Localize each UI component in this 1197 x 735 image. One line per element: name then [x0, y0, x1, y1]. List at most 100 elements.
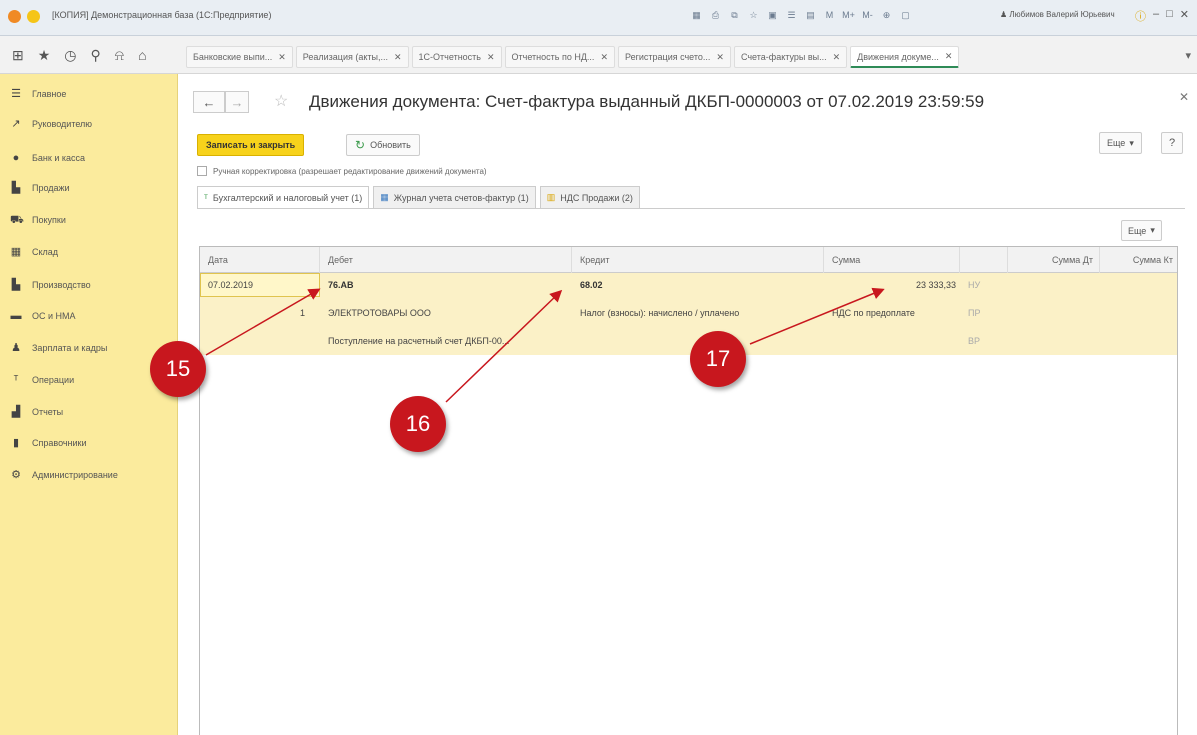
- apps-grid-icon[interactable]: ⊞: [12, 47, 24, 64]
- close-icon[interactable]: ✕: [945, 51, 953, 62]
- row-sum: 23 333,33: [915, 280, 956, 290]
- column-sum-kt[interactable]: Сумма Кт: [1100, 247, 1177, 273]
- sidebar-item-assets[interactable]: ▬ ОС и НМА: [10, 310, 76, 322]
- sidebar-item-production[interactable]: ▙ Производство: [10, 279, 91, 291]
- column-date[interactable]: Дата: [200, 247, 320, 273]
- grid-more-button[interactable]: Еще ▾: [1121, 220, 1162, 241]
- copy-icon[interactable]: ⧉: [728, 8, 741, 22]
- tab-accounting[interactable]: ᵀ Бухгалтерский и налоговый учет (1): [197, 186, 370, 208]
- tab-invoice-journal[interactable]: ▦ Журнал учета счетов-фактур (1): [373, 186, 536, 208]
- row-debit-subconto2: Поступление на расчетный счет ДКБП-00...: [328, 336, 510, 346]
- refresh-icon: ↻: [355, 138, 366, 152]
- operations-icon: ᵀ: [13, 374, 19, 386]
- close-icon[interactable]: ✕: [487, 52, 495, 63]
- back-button[interactable]: ←: [193, 91, 225, 113]
- window-icon[interactable]: ▢: [899, 8, 912, 22]
- save-and-close-button[interactable]: Записать и закрыть: [197, 134, 305, 156]
- memory-mplus-button[interactable]: M+: [842, 8, 855, 22]
- sidebar-item-reports[interactable]: ▟ Отчеты: [10, 406, 63, 418]
- sales-icon: ▙: [11, 182, 21, 194]
- memory-m-button[interactable]: M: [823, 8, 836, 22]
- home-icon[interactable]: ⌂: [138, 47, 146, 64]
- search-icon[interactable]: ⚲: [91, 47, 101, 64]
- production-icon: ▙: [11, 279, 21, 291]
- sidebar-item-purchases[interactable]: ⛟ Покупки: [10, 214, 66, 226]
- sidebar-item-main[interactable]: ☰ Главное: [10, 88, 66, 100]
- tab-issued-invoices[interactable]: Счета-фактуры вы... ✕: [733, 46, 848, 68]
- nav-icons: ⊞ ★ ◷ ⚲ ⍾ ⌂: [12, 47, 147, 64]
- user-icon: ♟: [1000, 10, 1008, 19]
- sidebar-item-operations[interactable]: ᵀ Операции: [10, 374, 75, 386]
- movements-table: Дата Дебет Кредит Сумма Сумма Дт Сумма К…: [199, 246, 1178, 735]
- bell-icon[interactable]: ⍾: [115, 47, 124, 64]
- menu-circle-icon[interactable]: [27, 10, 40, 23]
- zoom-icon[interactable]: ⊕: [880, 8, 893, 22]
- sidebar-item-admin[interactable]: ⚙ Администрирование: [10, 469, 118, 481]
- row-sum-subconto1: НДС по предоплате: [832, 308, 915, 318]
- register-icon: ▥: [546, 192, 556, 202]
- page-title: Движения документа: Счет-фактура выданны…: [309, 92, 985, 111]
- favorites-icon[interactable]: ☆: [747, 8, 760, 22]
- list-icon[interactable]: ☰: [785, 8, 798, 22]
- close-icon[interactable]: ✕: [716, 52, 724, 63]
- app-logo-icon[interactable]: [8, 10, 21, 23]
- sidebar-item-sales[interactable]: ▙ Продажи: [10, 182, 70, 194]
- calendar-icon[interactable]: ▤: [804, 8, 817, 22]
- sidebar-item-bank[interactable]: ● Банк и касса: [10, 152, 85, 164]
- column-credit[interactable]: Кредит: [572, 247, 824, 273]
- memory-mminus-button[interactable]: M-: [861, 8, 874, 22]
- tab-vat-sales[interactable]: ▥ НДС Продажи (2): [539, 186, 640, 208]
- refresh-button[interactable]: ↻ Обновить: [346, 134, 420, 156]
- table-header: Дата Дебет Кредит Сумма Сумма Дт Сумма К…: [200, 247, 1177, 273]
- menu-icon: ☰: [11, 88, 21, 100]
- column-sum-dt[interactable]: Сумма Дт: [1008, 247, 1100, 273]
- callout-16: 16: [390, 396, 446, 452]
- column-sum[interactable]: Сумма: [824, 247, 960, 273]
- close-icon[interactable]: ✕: [394, 52, 402, 63]
- tab-bank-statements[interactable]: Банковские выпи... ✕: [186, 46, 293, 68]
- manual-edit-checkbox[interactable]: Ручная корректировка (разрешает редактир…: [197, 166, 487, 176]
- close-icon[interactable]: ✕: [278, 52, 286, 63]
- sidebar-item-directories[interactable]: ▮ Справочники: [10, 437, 87, 449]
- print-icon[interactable]: ⎙: [709, 8, 722, 22]
- tab-1c-reporting[interactable]: 1С-Отчетность ✕: [411, 46, 502, 68]
- user-name[interactable]: ♟ Любимов Валерий Юрьевич: [1000, 10, 1115, 19]
- star-icon[interactable]: ★: [38, 47, 51, 64]
- column-debit[interactable]: Дебет: [320, 247, 572, 273]
- history-icon[interactable]: ◷: [64, 47, 76, 64]
- books-icon: ▮: [12, 437, 20, 449]
- checkbox-box[interactable]: [197, 166, 207, 176]
- sidebar-item-warehouse[interactable]: ▦ Склад: [10, 246, 58, 258]
- callout-17: 17: [690, 331, 746, 387]
- journal-icon: ▦: [380, 192, 389, 202]
- more-button[interactable]: Еще ▾: [1099, 132, 1142, 154]
- grid-icon[interactable]: ▦: [690, 8, 703, 22]
- nav-buttons: ← →: [193, 91, 249, 113]
- info-icon[interactable]: ⓘ: [1135, 8, 1146, 24]
- maximize-button[interactable]: □: [1166, 8, 1173, 24]
- row-credit-subconto1: Налог (взносы): начислено / уплачено: [580, 308, 740, 318]
- close-icon[interactable]: ✕: [833, 52, 841, 63]
- tab-sales[interactable]: Реализация (акты,... ✕: [295, 46, 409, 68]
- row-debit-subconto1: ЭЛЕКТРОТОВАРЫ ООО: [328, 308, 431, 318]
- sidebar-item-manager[interactable]: ↗ Руководителю: [10, 118, 92, 130]
- more-tabs-icon[interactable]: ▾: [1185, 49, 1191, 62]
- close-icon[interactable]: ✕: [1179, 90, 1189, 104]
- tab-invoice-registration[interactable]: Регистрация счето... ✕: [617, 46, 731, 68]
- close-window-button[interactable]: ✕: [1180, 8, 1189, 24]
- favorite-star-icon[interactable]: ☆: [274, 91, 288, 111]
- cart-icon: ⛟: [10, 214, 24, 226]
- sidebar-item-salary[interactable]: ♟ Зарплата и кадры: [10, 342, 107, 354]
- save-icon[interactable]: ▣: [766, 8, 779, 22]
- tab-vat-reporting[interactable]: Отчетность по НД... ✕: [504, 46, 615, 68]
- warehouse-icon: ▦: [10, 246, 22, 258]
- help-button[interactable]: ?: [1161, 132, 1183, 154]
- gear-icon: ⚙: [11, 469, 21, 481]
- forward-button[interactable]: →: [225, 91, 249, 113]
- window-icons: [8, 10, 40, 23]
- reports-icon: ▟: [11, 406, 21, 418]
- column-type[interactable]: [960, 247, 1008, 273]
- close-icon[interactable]: ✕: [600, 52, 608, 63]
- minimize-button[interactable]: –: [1153, 8, 1159, 24]
- tab-document-movements[interactable]: Движения докуме... ✕: [850, 46, 960, 68]
